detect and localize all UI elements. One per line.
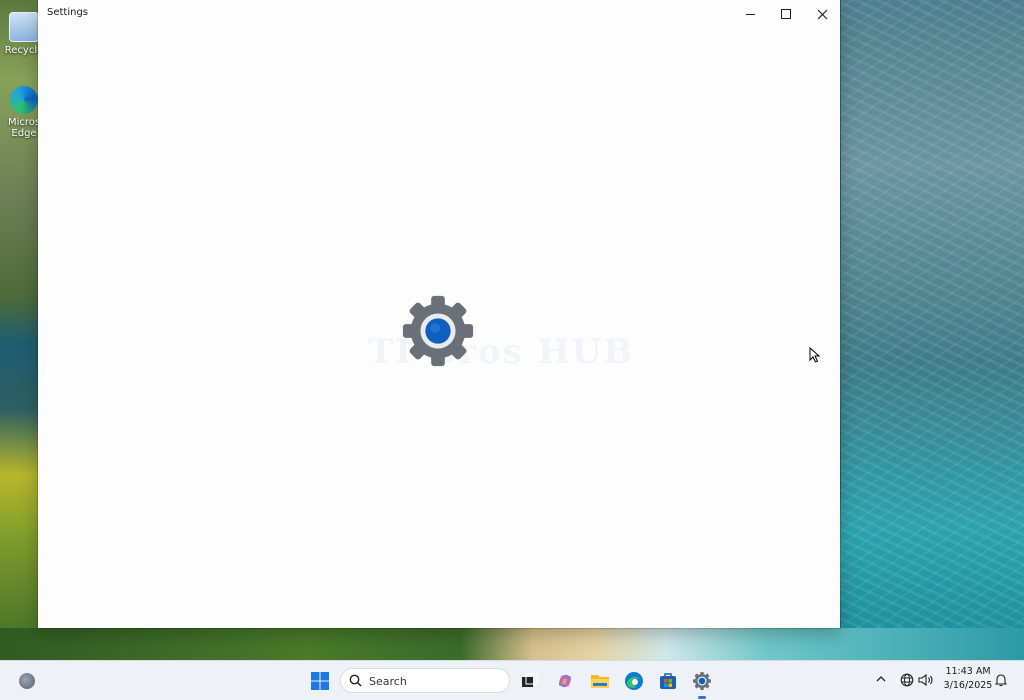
taskbar: Search 11:43 AM 3/16/2025 (0, 660, 1024, 700)
volume-button[interactable] (918, 672, 934, 691)
network-button[interactable] (900, 672, 914, 691)
folder-icon (591, 675, 609, 688)
mouse-cursor-icon (809, 347, 821, 363)
chevron-up-icon (876, 676, 886, 682)
edge-browser-icon (625, 672, 643, 690)
title-bar[interactable]: Settings (38, 0, 840, 28)
notifications-button[interactable] (994, 672, 1008, 691)
start-button[interactable] (308, 669, 332, 693)
copilot-button[interactable] (553, 669, 577, 693)
task-view-button[interactable] (517, 669, 541, 693)
taskbar-search-box[interactable]: Search (340, 668, 510, 693)
edge-taskbar-button[interactable] (622, 669, 646, 693)
minimize-button[interactable] (732, 0, 768, 28)
copilot-icon (559, 674, 571, 688)
search-placeholder: Search (369, 675, 407, 688)
recycle-bin-icon (9, 12, 39, 42)
weather-icon (19, 673, 35, 689)
search-icon (349, 674, 362, 687)
maximize-button[interactable] (768, 0, 804, 28)
maximize-icon (781, 9, 791, 19)
settings-icon (693, 672, 711, 690)
task-view-icon (522, 673, 538, 687)
speaker-icon (918, 673, 933, 687)
file-explorer-button[interactable] (588, 669, 612, 693)
close-icon (817, 9, 827, 19)
wallpaper-ocean (841, 0, 1024, 660)
clock-time: 11:43 AM (945, 666, 991, 677)
widgets-button[interactable] (15, 669, 39, 693)
store-icon (660, 673, 676, 689)
settings-taskbar-button[interactable] (690, 669, 714, 699)
bell-icon (994, 674, 1008, 687)
system-clock[interactable]: 11:43 AM 3/16/2025 (942, 665, 994, 693)
clock-date: 3/16/2025 (943, 680, 993, 691)
windows-logo-icon (311, 672, 329, 690)
settings-gear-icon (402, 295, 474, 367)
settings-window: Settings TI Gros HUB (38, 0, 840, 628)
microsoft-store-button[interactable] (656, 669, 680, 693)
edge-icon (10, 86, 38, 114)
wallpaper-shore (0, 628, 1024, 660)
window-title: Settings (47, 7, 89, 18)
show-hidden-icons-button[interactable] (876, 672, 886, 686)
minimize-icon (745, 13, 755, 15)
globe-icon (900, 673, 914, 687)
close-button[interactable] (804, 0, 840, 28)
